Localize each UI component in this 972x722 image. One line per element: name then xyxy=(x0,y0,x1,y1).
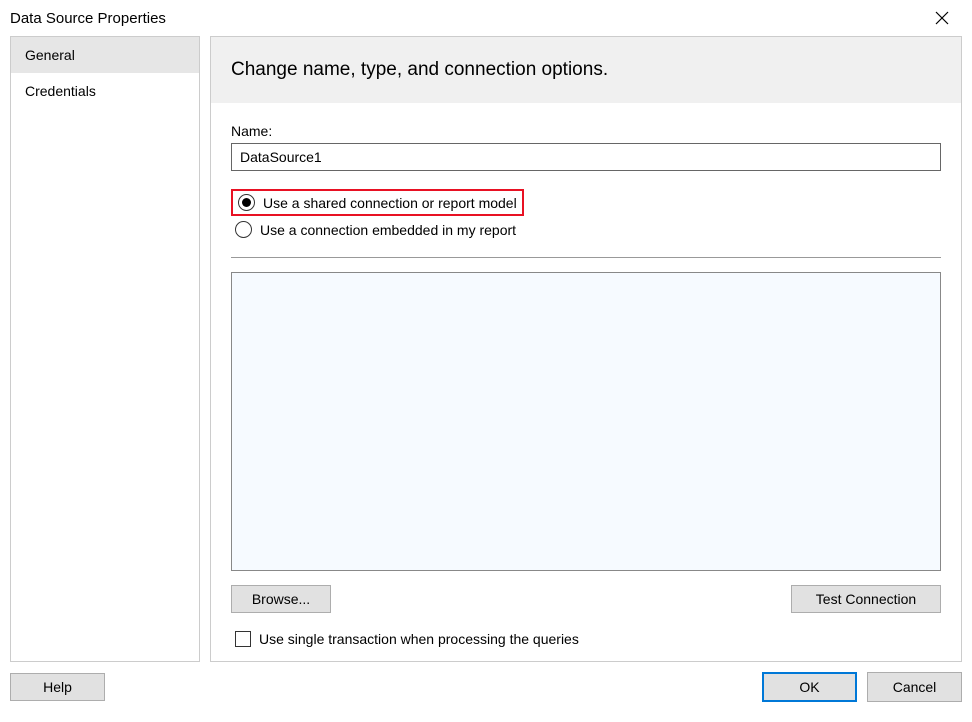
sidebar-item-label: General xyxy=(25,47,75,63)
content-header: Change name, type, and connection option… xyxy=(211,37,961,103)
content-panel: Change name, type, and connection option… xyxy=(210,36,962,662)
single-transaction-checkbox[interactable]: Use single transaction when processing t… xyxy=(231,629,941,649)
browse-button[interactable]: Browse... xyxy=(231,585,331,613)
sidebar: General Credentials xyxy=(10,36,200,662)
radio-icon xyxy=(238,194,255,211)
ok-button[interactable]: OK xyxy=(762,672,857,702)
radio-label: Use a shared connection or report model xyxy=(263,195,517,211)
radio-embedded-connection[interactable]: Use a connection embedded in my report xyxy=(231,218,941,241)
name-input[interactable] xyxy=(231,143,941,171)
radio-icon xyxy=(235,221,252,238)
cancel-button[interactable]: Cancel xyxy=(867,672,962,702)
connection-buttons-row: Browse... Test Connection xyxy=(231,585,941,613)
help-button[interactable]: Help xyxy=(10,673,105,701)
close-icon xyxy=(935,11,949,25)
footer-left: Help xyxy=(10,673,105,701)
content-body: Name: Use a shared connection or report … xyxy=(211,103,961,661)
name-label: Name: xyxy=(231,123,941,139)
checkbox-label: Use single transaction when processing t… xyxy=(259,631,579,647)
close-button[interactable] xyxy=(922,2,962,34)
checkbox-icon xyxy=(235,631,251,647)
radio-shared-connection[interactable]: Use a shared connection or report model xyxy=(231,189,524,216)
connection-type-radio-group: Use a shared connection or report model … xyxy=(231,189,941,243)
sidebar-item-general[interactable]: General xyxy=(11,37,199,73)
sidebar-item-label: Credentials xyxy=(25,83,96,99)
sidebar-item-credentials[interactable]: Credentials xyxy=(11,73,199,109)
test-connection-button[interactable]: Test Connection xyxy=(791,585,941,613)
radio-label: Use a connection embedded in my report xyxy=(260,222,516,238)
title-bar: Data Source Properties xyxy=(0,0,972,36)
divider xyxy=(231,257,941,258)
footer-bar: Help OK Cancel xyxy=(0,662,972,712)
header-text: Change name, type, and connection option… xyxy=(231,59,608,80)
main-container: General Credentials Change name, type, a… xyxy=(0,36,972,662)
footer-right: OK Cancel xyxy=(762,672,962,702)
window-title: Data Source Properties xyxy=(10,10,166,27)
connection-list-box[interactable] xyxy=(231,272,941,571)
